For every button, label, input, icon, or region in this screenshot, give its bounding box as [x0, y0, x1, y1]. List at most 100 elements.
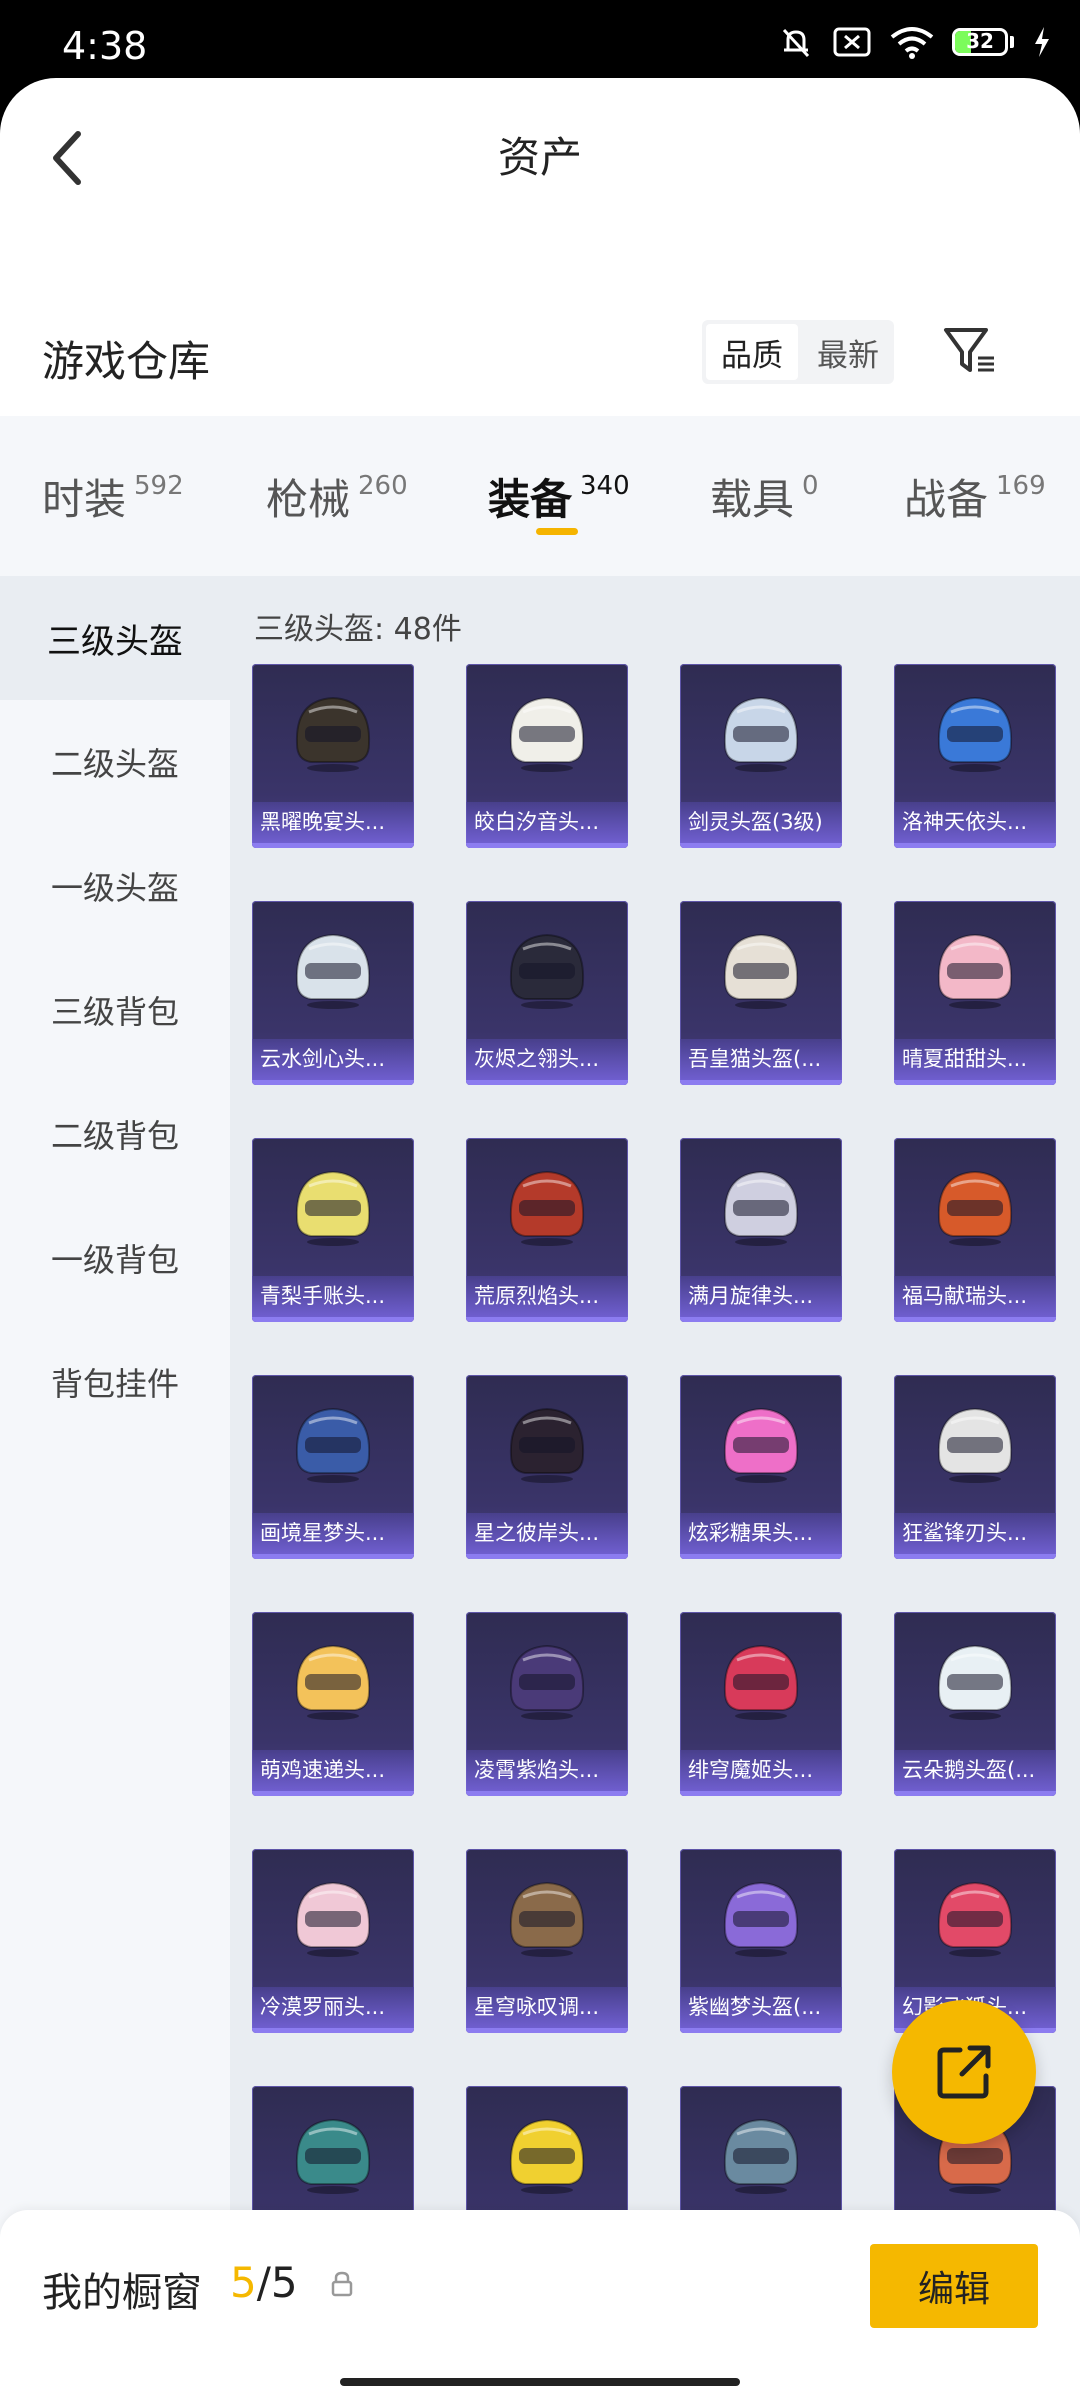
tab-equipment[interactable]: 装备 340 [488, 416, 630, 576]
lock-icon [331, 2271, 353, 2297]
share-fab-button[interactable] [892, 2000, 1036, 2144]
tab-count: 0 [802, 471, 819, 501]
sidebar-item-level1-helmet[interactable]: 一级头盔 [0, 824, 230, 948]
battery-icon: 32 [952, 27, 1014, 57]
grid-item[interactable]: 荒原烈焰头... [466, 1138, 628, 1322]
grid-item[interactable]: 满月旋律头... [680, 1138, 842, 1322]
tab-battle-gear[interactable]: 战备 169 [904, 416, 1046, 576]
grid-item[interactable]: 冷漠罗丽头... [252, 1849, 414, 2033]
grid-item[interactable]: 灰烬之翎头... [466, 901, 628, 1085]
helmet-icon [295, 1644, 371, 1720]
status-bar: 4:38 32 [0, 0, 1080, 76]
item-name: 剑灵头盔(3级) [680, 802, 842, 848]
grid-item[interactable]: 皎白汐音头... [466, 664, 628, 848]
charging-icon [1035, 27, 1049, 57]
battery-text: 32 [966, 29, 994, 53]
grid-item[interactable]: 福马献瑞头... [894, 1138, 1056, 1322]
helmet-icon [509, 1407, 585, 1483]
helmet-icon [295, 696, 371, 772]
header: 资产 [0, 78, 1080, 228]
grid-item[interactable]: 绯穹魔姬头... [680, 1612, 842, 1796]
grid-item[interactable]: 吾皇猫头盔(... [680, 901, 842, 1085]
item-name: 狂鲨锋刃头... [894, 1513, 1056, 1559]
main-card: 资产 游戏仓库 品质 最新 时装 592 枪械 260 装备 340 载具 0 战备 16… [0, 78, 1080, 2400]
grid-item[interactable]: 凌霄紫焰头... [466, 1612, 628, 1796]
item-name: 满月旋律头... [680, 1276, 842, 1322]
tab-vehicles[interactable]: 载具 0 [710, 416, 819, 576]
item-name: 晴夏甜甜头... [894, 1039, 1056, 1085]
edit-button[interactable]: 编辑 [870, 2244, 1038, 2328]
wifi-icon [890, 27, 934, 59]
grid-item[interactable]: 剑灵头盔(3级) [680, 664, 842, 848]
helmet-icon [723, 1881, 799, 1957]
grid-item[interactable]: 狂鲨锋刃头... [894, 1375, 1056, 1559]
grid-item[interactable]: 萌鸡速递头... [252, 1612, 414, 1796]
tab-label: 装备 [488, 474, 573, 524]
helmet-icon [509, 1881, 585, 1957]
helmet-icon [509, 933, 585, 1009]
sidebar-item-level1-backpack[interactable]: 一级背包 [0, 1196, 230, 1320]
mute-bell-icon [782, 28, 810, 58]
grid-caption: 三级头盔: 48件 [254, 612, 462, 647]
filter-button[interactable] [938, 318, 1002, 382]
helmet-icon [937, 1644, 1013, 1720]
grid-item[interactable]: 晴夏甜甜头... [894, 901, 1056, 1085]
helmet-icon [723, 1407, 799, 1483]
helmet-icon [723, 933, 799, 1009]
sidebar-item-level2-helmet[interactable]: 二级头盔 [0, 700, 230, 824]
sidebar-item-level3-backpack[interactable]: 三级背包 [0, 948, 230, 1072]
share-icon [937, 2045, 991, 2099]
helmet-icon [295, 1407, 371, 1483]
helmet-icon [295, 1170, 371, 1246]
grid-item[interactable]: 云水剑心头... [252, 901, 414, 1085]
showcase-label: 我的橱窗 [42, 2270, 202, 2316]
helmet-icon [937, 1407, 1013, 1483]
filter-icon [944, 328, 994, 372]
showcase-current: 5 [230, 2258, 257, 2307]
section-title: 游戏仓库 [42, 337, 211, 386]
grid-item[interactable]: 画境星梦头... [252, 1375, 414, 1559]
grid-item[interactable]: 星之彼岸头... [466, 1375, 628, 1559]
item-name: 画境星梦头... [252, 1513, 414, 1559]
grid-item[interactable]: 青梨手账头... [252, 1138, 414, 1322]
tab-firearms[interactable]: 枪械 260 [266, 416, 408, 576]
tab-active-indicator [536, 528, 578, 535]
tab-label: 枪械 [266, 474, 351, 524]
grid-item[interactable]: 紫幽梦头盔(... [680, 1849, 842, 2033]
helmet-icon [295, 1881, 371, 1957]
item-name: 星穹咏叹调... [466, 1987, 628, 2033]
helmet-icon [723, 696, 799, 772]
sort-newest-button[interactable]: 最新 [802, 320, 894, 384]
sidebar-item-level3-helmet[interactable]: 三级头盔 [0, 576, 230, 700]
item-name: 荒原烈焰头... [466, 1276, 628, 1322]
home-indicator[interactable] [340, 2378, 740, 2386]
item-name: 黑曜晚宴头... [252, 802, 414, 848]
grid-item[interactable]: 洛神天依头... [894, 664, 1056, 848]
showcase-total: /5 [256, 2258, 298, 2307]
item-name: 紫幽梦头盔(... [680, 1987, 842, 2033]
sidebar-item-backpack-charm[interactable]: 背包挂件 [0, 1320, 230, 1444]
helmet-icon [937, 1170, 1013, 1246]
helmet-icon [937, 933, 1013, 1009]
item-name: 皎白汐音头... [466, 802, 628, 848]
status-time: 4:38 [62, 24, 148, 68]
helmet-icon [509, 1644, 585, 1720]
helmet-icon [937, 1881, 1013, 1957]
item-name: 吾皇猫头盔(... [680, 1039, 842, 1085]
sort-toggle: 品质 最新 [702, 320, 894, 384]
showcase-bar: 我的橱窗 5/5 编辑 [0, 2210, 1080, 2400]
item-name: 星之彼岸头... [466, 1513, 628, 1559]
tab-fashion[interactable]: 时装 592 [42, 416, 184, 576]
helmet-icon [723, 1170, 799, 1246]
tab-count: 340 [580, 471, 630, 501]
grid-item[interactable]: 炫彩糖果头... [680, 1375, 842, 1559]
grid-item[interactable]: 云朵鹅头盔(... [894, 1612, 1056, 1796]
tab-label: 时装 [42, 474, 127, 524]
grid-item[interactable]: 星穹咏叹调... [466, 1849, 628, 2033]
status-icons: 32 [778, 22, 1052, 62]
tab-label: 战备 [904, 474, 989, 524]
sort-quality-button[interactable]: 品质 [706, 324, 798, 380]
grid-item[interactable]: 黑曜晚宴头... [252, 664, 414, 848]
sidebar-item-level2-backpack[interactable]: 二级背包 [0, 1072, 230, 1196]
item-name: 福马献瑞头... [894, 1276, 1056, 1322]
